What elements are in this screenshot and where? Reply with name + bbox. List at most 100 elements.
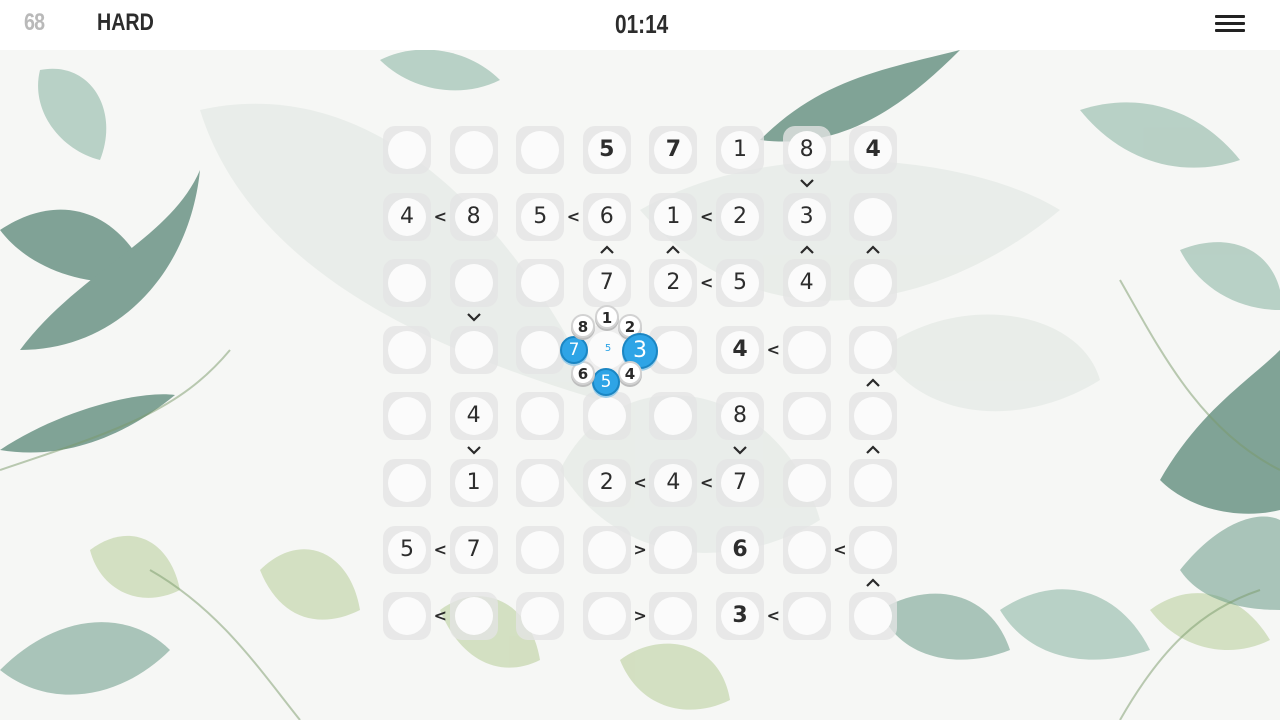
grid-cell-r7-c3[interactable]: [582, 592, 631, 641]
grid-cell-r5-c0[interactable]: [383, 459, 431, 507]
grid-cell-r1-c0[interactable]: 4: [383, 192, 431, 241]
grid-cell-r3-c0[interactable]: [383, 325, 431, 374]
picker-option-7[interactable]: 7: [560, 336, 588, 364]
inequality-horizontal: <: [433, 539, 447, 559]
number-picker: 5 1 2 3 4 5 6 7 8: [558, 303, 658, 403]
grid-cell-r0-c3[interactable]: 5: [582, 126, 631, 174]
grid-cell-r1-c5[interactable]: 2: [716, 192, 764, 241]
cell-value: 5: [400, 536, 414, 562]
grid-cell-r1-c6[interactable]: 3: [782, 192, 831, 241]
grid-cell-r4-c2[interactable]: [516, 392, 565, 441]
cell-value: [450, 126, 498, 174]
grid-cell-r1-c3[interactable]: 6: [582, 192, 631, 241]
cell-value: [383, 392, 431, 440]
grid-cell-r0-c5[interactable]: 1: [716, 126, 764, 174]
picker-option-5[interactable]: 5: [592, 368, 620, 396]
grid-cell-r4-c1[interactable]: 4: [449, 392, 498, 441]
grid-cell-r7-c6[interactable]: [782, 592, 831, 641]
inequality-horizontal: <: [699, 206, 714, 226]
cell-value: [783, 592, 831, 640]
grid-cell-r1-c4[interactable]: 1: [649, 192, 698, 241]
grid-cell-r3-c6[interactable]: [782, 325, 831, 374]
inequality-vertical-up: [665, 242, 681, 258]
grid-cell-r6-c6[interactable]: [782, 525, 831, 574]
grid-cell-r1-c2[interactable]: 5: [516, 192, 565, 241]
cell-value: [383, 459, 431, 507]
grid-cell-r6-c5[interactable]: 6: [716, 525, 764, 574]
grid-cell-r5-c5[interactable]: 7: [716, 459, 764, 507]
grid-cell-r2-c6[interactable]: 4: [782, 259, 831, 308]
grid-cell-r3-c7[interactable]: [849, 325, 898, 374]
grid-cell-r2-c4[interactable]: 2: [649, 259, 698, 308]
inequality-vertical-up: [865, 375, 881, 391]
grid-cell-r6-c4[interactable]: [649, 525, 698, 574]
grid-cell-r6-c3[interactable]: [582, 525, 631, 574]
inequality-vertical-up: [799, 242, 815, 258]
grid-cell-r7-c0[interactable]: [383, 592, 431, 641]
cell-value: 3: [799, 203, 814, 229]
cell-value: [783, 326, 831, 374]
top-bar: 68 HARD 01:14: [0, 0, 1280, 50]
grid-cell-r7-c7[interactable]: [849, 592, 898, 641]
grid-cell-r0-c2[interactable]: [516, 126, 565, 174]
cell-value: 7: [599, 270, 614, 296]
cell-value: [649, 526, 697, 574]
inequality-vertical-up: [865, 442, 881, 458]
inequality-vertical-up: [599, 242, 615, 258]
grid-cell-r0-c7[interactable]: 4: [849, 126, 898, 174]
grid-cell-r6-c7[interactable]: [849, 525, 898, 574]
grid-cell-r1-c1[interactable]: 8: [449, 192, 498, 241]
grid-cell-r6-c0[interactable]: 5: [383, 525, 431, 574]
grid-cell-r6-c1[interactable]: 7: [449, 525, 498, 574]
cell-value: 1: [666, 203, 681, 229]
grid-cell-r0-c0[interactable]: [383, 126, 431, 174]
cell-value: 4: [400, 203, 414, 229]
picker-option-1[interactable]: 1: [595, 305, 619, 329]
grid-cell-r4-c6[interactable]: [782, 392, 831, 441]
grid-cell-r3-c1[interactable]: [449, 325, 498, 374]
picker-option-8[interactable]: 8: [571, 314, 595, 338]
picker-option-6[interactable]: 6: [571, 361, 595, 385]
grid-cell-r1-c7[interactable]: [849, 192, 898, 241]
inequality-horizontal: <: [633, 473, 647, 492]
cell-value: [450, 326, 498, 374]
grid-cell-r7-c2[interactable]: [516, 592, 565, 641]
grid-cell-r3-c5[interactable]: 4: [716, 325, 764, 374]
grid-cell-r7-c5[interactable]: 3: [716, 592, 764, 641]
grid-cell-r2-c2[interactable]: [516, 259, 565, 308]
grid-cell-r4-c0[interactable]: [383, 392, 431, 441]
cell-value: [516, 392, 564, 440]
grid-cell-r5-c7[interactable]: [849, 459, 898, 507]
grid-cell-r0-c6[interactable]: 8: [782, 126, 831, 174]
grid-cell-r7-c1[interactable]: [449, 592, 498, 641]
grid-cell-r2-c5[interactable]: 5: [716, 259, 764, 308]
grid-cell-r2-c3[interactable]: 7: [582, 259, 631, 308]
grid-cell-r4-c5[interactable]: 8: [716, 392, 764, 441]
grid-cell-r2-c7[interactable]: [849, 259, 898, 308]
inequality-vertical-up: [865, 242, 881, 258]
grid-cell-r7-c4[interactable]: [649, 592, 698, 641]
grid-cell-r0-c4[interactable]: 7: [649, 126, 698, 174]
cell-value: 8: [733, 403, 747, 429]
grid-cell-r5-c3[interactable]: 2: [582, 459, 631, 507]
grid-cell-r5-c2[interactable]: [516, 459, 565, 507]
hamburger-menu-icon[interactable]: [1213, 12, 1247, 36]
inequality-horizontal: <: [766, 339, 780, 359]
grid-cell-r2-c0[interactable]: [383, 259, 431, 308]
grid-cell-r2-c1[interactable]: [449, 259, 498, 308]
grid-cell-r5-c4[interactable]: 4: [649, 459, 698, 507]
grid-cell-r6-c2[interactable]: [516, 525, 565, 574]
grid-cell-r0-c1[interactable]: [449, 126, 498, 174]
cell-value: 6: [599, 203, 614, 229]
grid-cell-r5-c1[interactable]: 1: [449, 459, 498, 507]
picker-option-4[interactable]: 4: [618, 361, 642, 385]
cell-value: 7: [665, 137, 682, 162]
grid-cell-r3-c2[interactable]: [516, 325, 565, 374]
cell-value: [383, 592, 431, 640]
cell-value: 1: [733, 137, 747, 162]
cell-value: [383, 259, 431, 307]
grid-cell-r5-c6[interactable]: [782, 459, 831, 507]
grid-cell-r4-c7[interactable]: [849, 392, 898, 441]
cell-value: 2: [733, 203, 747, 229]
cell-value: 8: [799, 137, 814, 162]
